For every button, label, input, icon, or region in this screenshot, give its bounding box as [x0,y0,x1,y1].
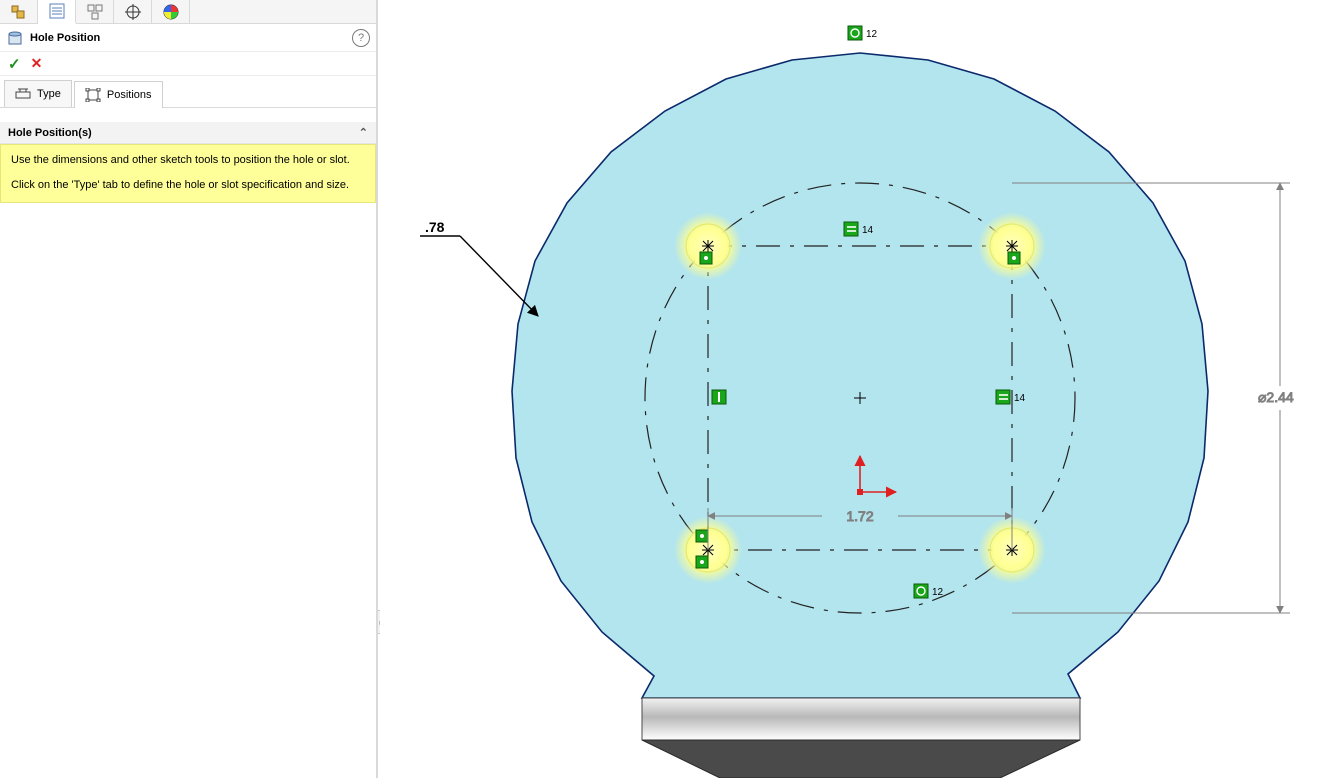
svg-text:12: 12 [932,587,944,598]
tangent-relation-top-icon[interactable]: 12 [848,26,878,40]
svg-text:12: 12 [866,29,878,40]
property-manager-tab-icon[interactable] [38,0,76,24]
vertical-relation-left-icon[interactable] [712,390,726,404]
section-header[interactable]: Hole Position(s) ⌃ [0,122,376,144]
coincident-relation-tl-icon[interactable] [700,252,712,264]
svg-text:14: 14 [862,225,874,236]
positions-tab-icon [85,88,101,102]
svg-text:14: 14 [1014,393,1026,404]
svg-text:⌀2.44: ⌀2.44 [1258,389,1294,405]
subtabs: Type Positions [0,80,376,108]
coincident-relation-tr-icon[interactable] [1008,252,1020,264]
coincident-relation-bl-b-icon[interactable] [696,556,708,568]
cancel-button[interactable]: ✕ [31,55,43,72]
display-manager-tab-icon[interactable] [152,0,190,23]
section-caret-icon: ⌃ [359,126,368,139]
help-button[interactable]: ? [352,29,370,47]
graphics-viewport[interactable]: 12 12 14 14 [380,0,1333,778]
property-panel: Hole Position ? ✓ ✕ Type Positions Hole … [0,0,378,778]
section-title: Hole Position(s) [8,127,92,139]
feature-manager-tabs [0,0,376,24]
ok-button[interactable]: ✓ [8,55,21,73]
svg-text:1.72: 1.72 [846,508,873,524]
tab-positions-label: Positions [107,89,152,101]
svg-text:.78: .78 [425,219,445,235]
tab-positions[interactable]: Positions [74,81,163,108]
hole-wizard-icon [6,29,24,47]
dimxpert-tab-icon[interactable] [114,0,152,23]
leader-note[interactable]: .78 [420,219,538,316]
hole-point-tr[interactable] [978,212,1046,280]
hint-box: Use the dimensions and other sketch tool… [0,144,376,203]
type-tab-icon [15,87,31,101]
hole-point-tl[interactable] [674,212,742,280]
coincident-relation-bl-a-icon[interactable] [696,530,708,542]
hint-line-2: Click on the 'Type' tab to define the ho… [11,178,365,193]
tab-type[interactable]: Type [4,80,72,107]
feature-tree-tab-icon[interactable] [0,0,38,23]
confirm-row: ✓ ✕ [0,52,376,76]
panel-title-row: Hole Position ? [0,24,376,52]
panel-title: Hole Position [30,32,352,44]
configuration-manager-tab-icon[interactable] [76,0,114,23]
hint-line-1: Use the dimensions and other sketch tool… [11,153,365,168]
part-body[interactable] [512,53,1208,778]
tab-type-label: Type [37,88,61,100]
